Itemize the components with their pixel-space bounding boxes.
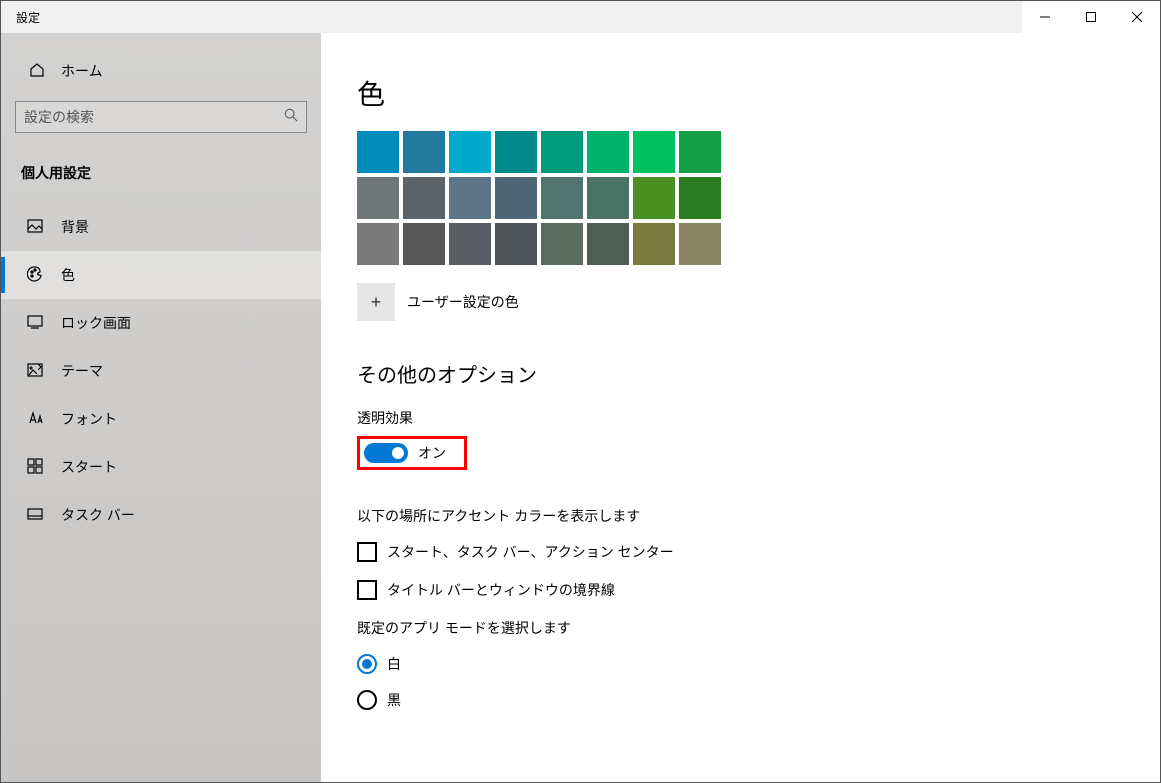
close-button[interactable] [1114, 1, 1160, 33]
color-swatch[interactable] [495, 223, 537, 265]
color-swatch[interactable] [633, 177, 675, 219]
radio-button[interactable] [357, 690, 377, 710]
color-swatch[interactable] [633, 223, 675, 265]
home-link[interactable]: ホーム [9, 51, 321, 91]
plus-icon: + [357, 283, 395, 321]
color-swatch[interactable] [587, 177, 629, 219]
color-swatch[interactable] [495, 131, 537, 173]
other-options-header: その他のオプション [357, 359, 1160, 388]
color-swatch[interactable] [403, 177, 445, 219]
sidebar-item-fonts[interactable]: フォント [1, 395, 321, 443]
content-area: 色 + ユーザー設定の色 その他のオプション 透明効果 オン 以下の場所にアクセ… [321, 33, 1160, 782]
color-swatch[interactable] [541, 223, 583, 265]
titlebar: 設定 [1, 1, 1160, 33]
accent-heading: 以下の場所にアクセント カラーを表示します [357, 506, 1160, 526]
custom-color-label: ユーザー設定の色 [407, 292, 519, 312]
home-icon [29, 62, 45, 81]
color-swatch[interactable] [357, 131, 399, 173]
color-swatch[interactable] [357, 223, 399, 265]
lockscreen-icon [27, 314, 43, 333]
minimize-button[interactable] [1022, 1, 1068, 33]
mode-heading: 既定のアプリ モードを選択します [357, 618, 1160, 638]
sidebar-item-colors[interactable]: 色 [1, 251, 321, 299]
image-icon [27, 218, 43, 237]
swatch-row [357, 177, 1160, 219]
home-label: ホーム [61, 61, 103, 81]
color-swatch[interactable] [449, 223, 491, 265]
checkbox-row[interactable]: タイトル バーとウィンドウの境界線 [357, 580, 1160, 600]
transparency-toggle[interactable] [364, 443, 408, 463]
sidebar-item-label: スタート [61, 457, 117, 477]
search-box[interactable] [15, 101, 307, 133]
search-input[interactable] [24, 109, 284, 125]
color-swatch-grid [357, 131, 1160, 265]
color-swatch[interactable] [679, 177, 721, 219]
radio-row[interactable]: 黒 [357, 690, 1160, 710]
radio-label: 黒 [387, 690, 401, 710]
palette-icon [27, 266, 43, 285]
sidebar-item-themes[interactable]: テーマ [1, 347, 321, 395]
checkbox-label: スタート、タスク バー、アクション センター [387, 542, 674, 562]
toggle-state-label: オン [418, 443, 446, 463]
sidebar-item-label: タスク バー [61, 505, 135, 525]
themes-icon [27, 362, 43, 381]
swatch-row [357, 223, 1160, 265]
color-swatch[interactable] [449, 177, 491, 219]
window-title: 設定 [1, 9, 40, 26]
sidebar-item-lockscreen[interactable]: ロック画面 [1, 299, 321, 347]
sidebar-item-label: テーマ [61, 361, 103, 381]
radio-row[interactable]: 白 [357, 654, 1160, 674]
checkbox-label: タイトル バーとウィンドウの境界線 [387, 580, 615, 600]
start-icon [27, 458, 43, 477]
custom-color-button[interactable]: + ユーザー設定の色 [357, 283, 1160, 321]
toggle-thumb [392, 447, 404, 459]
color-swatch[interactable] [495, 177, 537, 219]
color-swatch[interactable] [403, 131, 445, 173]
sidebar-item-background[interactable]: 背景 [1, 203, 321, 251]
color-swatch[interactable] [357, 177, 399, 219]
swatch-row [357, 131, 1160, 173]
radio-button[interactable] [357, 654, 377, 674]
sidebar-item-label: ロック画面 [61, 313, 131, 333]
color-swatch[interactable] [541, 177, 583, 219]
maximize-button[interactable] [1068, 1, 1114, 33]
color-swatch[interactable] [403, 223, 445, 265]
color-swatch[interactable] [633, 131, 675, 173]
color-swatch[interactable] [679, 223, 721, 265]
window-controls [1022, 1, 1160, 33]
font-icon [27, 410, 43, 429]
color-swatch[interactable] [587, 223, 629, 265]
checkbox-row[interactable]: スタート、タスク バー、アクション センター [357, 542, 1160, 562]
sidebar-item-label: フォント [61, 409, 117, 429]
checkbox[interactable] [357, 580, 377, 600]
transparency-label: 透明効果 [357, 408, 1160, 428]
color-swatch[interactable] [679, 131, 721, 173]
color-swatch[interactable] [587, 131, 629, 173]
color-swatch[interactable] [541, 131, 583, 173]
color-swatch[interactable] [449, 131, 491, 173]
checkbox[interactable] [357, 542, 377, 562]
sidebar-item-label: 色 [61, 265, 75, 285]
sidebar: ホーム 個人用設定 背景 色 ロック画面 [1, 33, 321, 782]
page-title: 色 [357, 73, 1160, 113]
search-icon [284, 108, 298, 127]
settings-window: 設定 ホーム [0, 0, 1161, 783]
sidebar-item-taskbar[interactable]: タスク バー [1, 491, 321, 539]
transparency-toggle-highlight: オン [357, 436, 467, 470]
radio-inner [362, 659, 372, 669]
body-area: ホーム 個人用設定 背景 色 ロック画面 [1, 1, 1160, 782]
radio-label: 白 [387, 654, 401, 674]
sidebar-item-label: 背景 [61, 217, 89, 237]
taskbar-icon [27, 506, 43, 525]
sidebar-item-start[interactable]: スタート [1, 443, 321, 491]
category-header: 個人用設定 [1, 153, 321, 203]
